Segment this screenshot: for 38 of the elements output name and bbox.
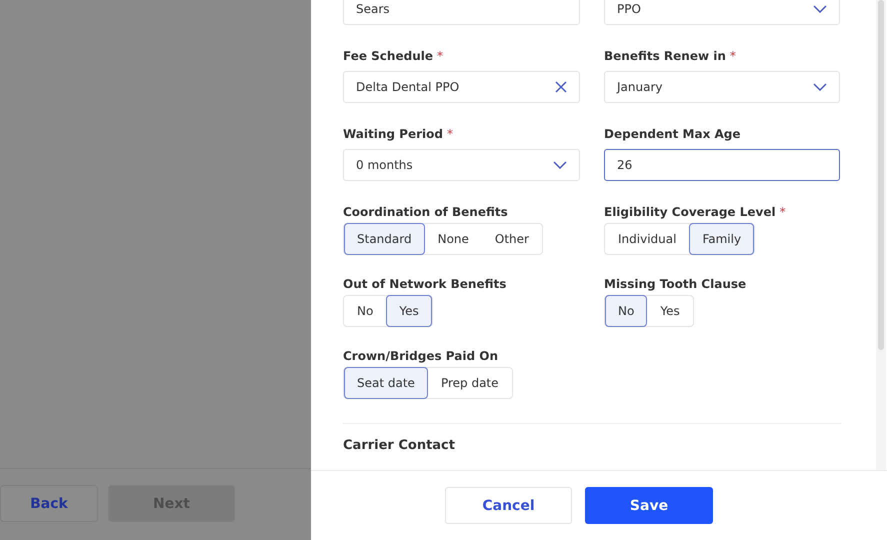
segment-option[interactable]: Standard — [344, 223, 425, 255]
segment-option[interactable]: Individual — [605, 223, 690, 255]
chevron-down-icon[interactable] — [553, 161, 567, 169]
required-asterisk: * — [730, 48, 736, 65]
close-icon[interactable] — [555, 81, 567, 93]
required-asterisk: * — [446, 126, 453, 143]
segment-option[interactable]: None — [424, 223, 482, 255]
field-label: Benefits Renew in — [604, 48, 726, 65]
section-title: Carrier Contact — [343, 438, 456, 454]
field-label: Crown/Bridges Paid On — [343, 348, 498, 365]
field-label: Eligibility Coverage Level — [604, 204, 776, 221]
scrollbar-thumb[interactable] — [878, 0, 884, 350]
required-asterisk: * — [780, 204, 786, 221]
chevron-down-icon[interactable] — [813, 5, 827, 13]
segment-option[interactable]: No — [605, 295, 648, 327]
cancel-button[interactable]: Cancel — [445, 487, 572, 524]
segment-option[interactable]: Family — [689, 223, 754, 255]
field-label: Out of Network Benefits — [343, 276, 506, 293]
field-label: Waiting Period — [343, 126, 443, 143]
segment-option[interactable]: Yes — [647, 295, 693, 327]
select-field[interactable]: PPO — [604, 0, 840, 25]
text-field[interactable]: Sears — [343, 0, 580, 25]
field-label: Coordination of Benefits — [343, 204, 508, 221]
segment-option[interactable]: Other — [482, 223, 542, 255]
input-field[interactable]: 26 — [604, 149, 840, 181]
field-label: Dependent Max Age — [604, 126, 741, 143]
select-field[interactable]: 0 months — [343, 149, 580, 181]
select-field[interactable]: Delta Dental PPO — [343, 71, 580, 103]
field-label: Missing Tooth Clause — [604, 276, 746, 293]
save-button[interactable]: Save — [585, 487, 713, 524]
segment-option[interactable]: Prep date — [428, 367, 512, 399]
select-field[interactable]: January — [604, 71, 840, 103]
segment-option[interactable]: Yes — [386, 295, 432, 327]
segment-option[interactable]: No — [344, 295, 386, 327]
field-label: Fee Schedule — [343, 48, 433, 65]
chevron-down-icon[interactable] — [813, 83, 827, 91]
segment-option[interactable]: Seat date — [344, 367, 428, 399]
required-asterisk: * — [437, 48, 443, 65]
